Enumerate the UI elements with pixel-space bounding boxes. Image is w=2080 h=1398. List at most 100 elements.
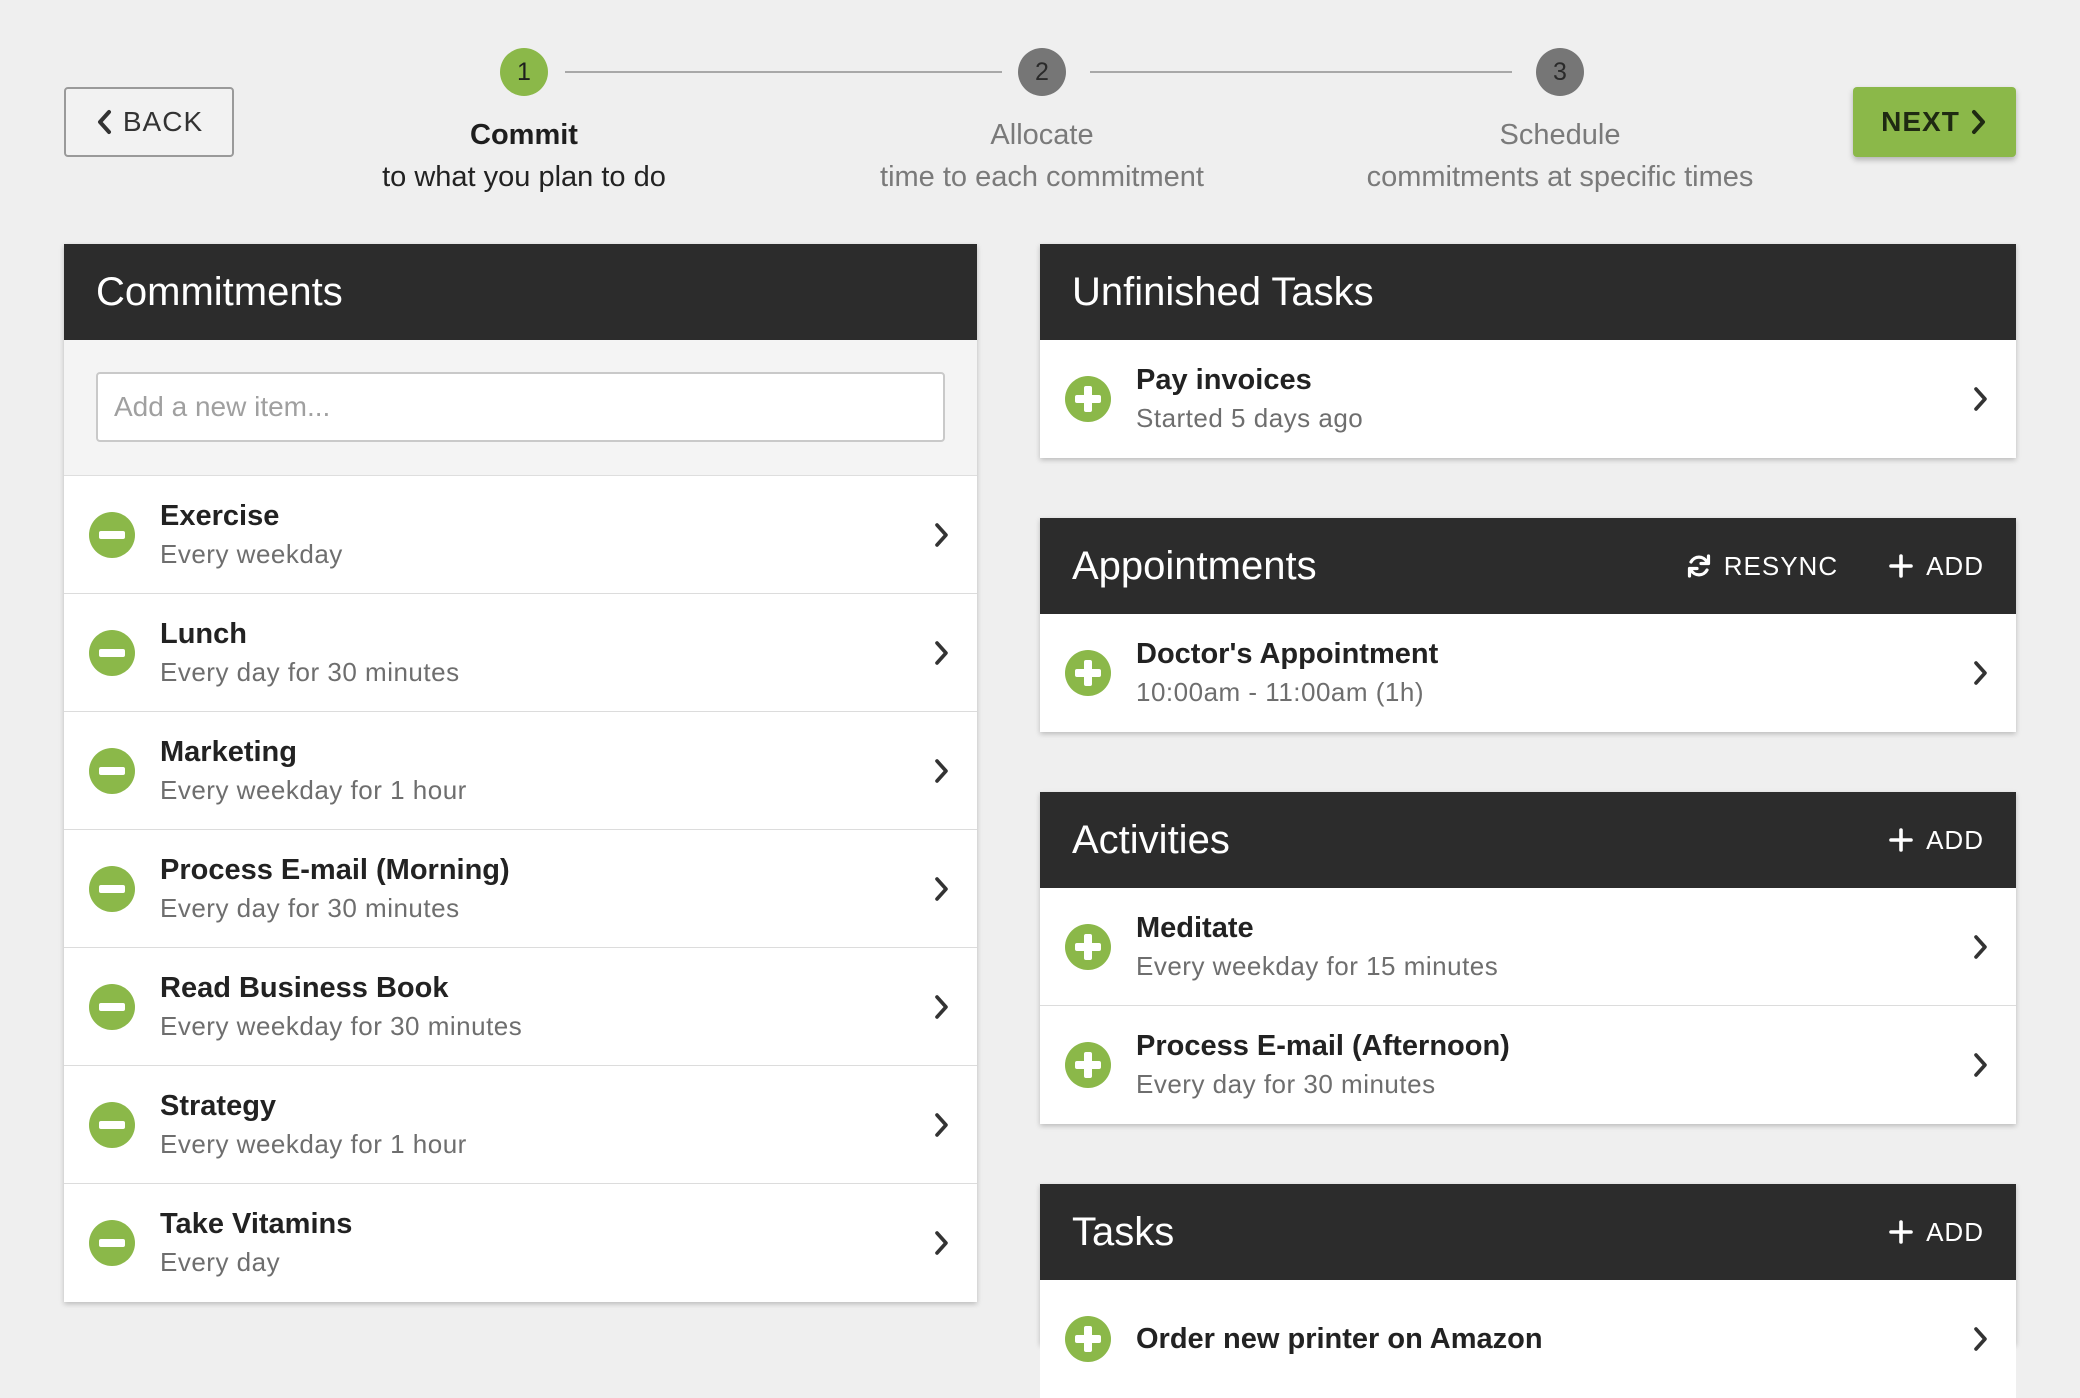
chevron-right-icon (935, 876, 948, 901)
item-text: Exercise Every weekday (160, 497, 933, 573)
commitments-title: Commitments (96, 269, 343, 314)
item-title: Strategy (160, 1089, 277, 1122)
chevron-right-icon (1974, 934, 1987, 959)
remove-circle-icon[interactable] (88, 983, 136, 1031)
remove-circle-icon[interactable] (88, 1101, 136, 1149)
commitment-item[interactable]: Exercise Every weekday (64, 476, 977, 594)
unfinished-task-item[interactable]: Pay invoices Started 5 days ago (1040, 340, 2016, 458)
commitment-item[interactable]: Read Business Book Every weekday for 30 m… (64, 948, 977, 1066)
step-1-title: Commit (470, 119, 578, 151)
chevron-right-icon (935, 994, 948, 1019)
activities-list: Meditate Every weekday for 15 minutes Proc… (1040, 888, 2016, 1124)
activities-title: Activities (1072, 817, 1230, 862)
add-task-label: ADD (1926, 1216, 1984, 1247)
item-title: Process E-mail (Afternoon) (1136, 1030, 1510, 1062)
chevron-right-icon (1974, 661, 1987, 685)
item-text: Take Vitamins Every day (160, 1205, 933, 1281)
item-text: Order new printer on Amazon (1136, 1320, 1972, 1358)
item-subtitle: Every day (160, 1247, 281, 1277)
activity-item[interactable]: Process E-mail (Afternoon) Every day for … (1040, 1006, 2016, 1124)
step-1-label: Commit to what you plan to do (294, 114, 754, 198)
item-title: Process E-mail (Morning) (160, 853, 510, 886)
item-title: Doctor's Appointment (1136, 638, 1439, 670)
item-subtitle: Every day for 30 minutes (160, 892, 460, 923)
stepper-connector (1090, 71, 1512, 73)
add-appointment-button[interactable]: ADD (1888, 551, 1984, 582)
chevron-right-icon (1974, 1327, 1987, 1351)
tasks-header: Tasks ADD (1040, 1184, 2016, 1280)
plus-icon (1889, 554, 1913, 578)
commitment-item[interactable]: Lunch Every day for 30 minutes (64, 594, 977, 712)
add-circle-icon[interactable] (1064, 649, 1112, 697)
item-text: Read Business Book Every weekday for 30 m… (160, 969, 933, 1045)
step-2-label: Allocate time to each commitment (812, 114, 1272, 198)
tasks-panel: Tasks ADD Order new printer on Amazon (1040, 1184, 2016, 1398)
item-title: Take Vitamins (160, 1208, 353, 1240)
back-button-label: BACK (122, 106, 204, 137)
item-subtitle: Every weekday for 1 hour (160, 1128, 467, 1159)
commitments-panel: Commitments Exercise Every weekday Lunch Ev… (64, 244, 977, 1302)
item-subtitle: Every weekday for 1 hour (160, 774, 467, 805)
item-text: Pay invoices Started 5 days ago (1136, 361, 1972, 437)
add-circle-icon[interactable] (1064, 1315, 1112, 1363)
add-circle-icon[interactable] (1064, 1041, 1112, 1089)
commitment-item[interactable]: Take Vitamins Every day (64, 1184, 977, 1302)
plus-icon (1889, 1220, 1913, 1244)
appointments-title: Appointments (1072, 543, 1317, 588)
step-3-subtitle: commitments at specific times (1366, 161, 1754, 193)
add-circle-icon[interactable] (1064, 923, 1112, 971)
add-item-area (64, 340, 977, 476)
commitment-item[interactable]: Strategy Every weekday for 1 hour (64, 1066, 977, 1184)
chevron-right-icon (1974, 1053, 1987, 1077)
sync-icon (1687, 554, 1710, 578)
item-subtitle: Started 5 days ago (1136, 403, 1364, 433)
chevron-left-icon (97, 110, 111, 134)
step-3-label: Schedule commitments at specific times (1330, 114, 1790, 198)
add-circle-icon[interactable] (1064, 375, 1112, 423)
item-subtitle: Every weekday for 30 minutes (160, 1010, 523, 1041)
back-button[interactable]: BACK (64, 87, 234, 157)
remove-circle-icon[interactable] (88, 629, 136, 677)
next-button[interactable]: NEXT (1853, 87, 2016, 157)
commitment-item[interactable]: Process E-mail (Morning) Every day for 30… (64, 830, 977, 948)
add-item-input[interactable] (96, 372, 945, 442)
unfinished-tasks-title: Unfinished Tasks (1072, 269, 1374, 314)
item-text: Meditate Every weekday for 15 minutes (1136, 909, 1972, 985)
add-appointment-label: ADD (1926, 550, 1984, 581)
add-activity-button[interactable]: ADD (1888, 825, 1984, 856)
item-text: Strategy Every weekday for 1 hour (160, 1087, 933, 1163)
item-text: Marketing Every weekday for 1 hour (160, 733, 933, 809)
item-title: Read Business Book (160, 971, 449, 1004)
remove-circle-icon[interactable] (88, 747, 136, 795)
resync-button[interactable]: RESYNC (1686, 551, 1838, 582)
step-1-indicator: 1 (500, 48, 548, 96)
remove-circle-icon[interactable] (88, 865, 136, 913)
chevron-right-icon (935, 1231, 948, 1255)
appointments-panel: Appointments RESYNC ADD Doctor's Appoint… (1040, 518, 2016, 732)
unfinished-tasks-panel: Unfinished Tasks Pay invoices Started 5 d… (1040, 244, 2016, 458)
task-item[interactable]: Order new printer on Amazon (1040, 1280, 2016, 1398)
item-subtitle: Every day for 30 minutes (160, 656, 460, 687)
tasks-list: Order new printer on Amazon (1040, 1280, 2016, 1398)
remove-circle-icon[interactable] (88, 1219, 136, 1267)
step-3-title: Schedule (1499, 119, 1621, 151)
item-subtitle: Every weekday (160, 538, 343, 569)
item-title: Meditate (1136, 911, 1254, 944)
commitment-item[interactable]: Marketing Every weekday for 1 hour (64, 712, 977, 830)
chevron-right-icon (1974, 387, 1987, 411)
remove-circle-icon[interactable] (88, 511, 136, 559)
item-text: Lunch Every day for 30 minutes (160, 615, 933, 691)
unfinished-tasks-list: Pay invoices Started 5 days ago (1040, 340, 2016, 458)
unfinished-tasks-header: Unfinished Tasks (1040, 244, 2016, 340)
plus-icon (1889, 828, 1913, 852)
commitments-header: Commitments (64, 244, 977, 340)
activity-item[interactable]: Meditate Every weekday for 15 minutes (1040, 888, 2016, 1006)
chevron-right-icon (935, 1112, 948, 1137)
appointments-header: Appointments RESYNC ADD (1040, 518, 2016, 614)
chevron-right-icon (935, 758, 948, 783)
item-subtitle: Every day for 30 minutes (1136, 1069, 1436, 1099)
add-task-button[interactable]: ADD (1888, 1217, 1984, 1248)
appointment-item[interactable]: Doctor's Appointment 10:00am - 11:00am (1… (1040, 614, 2016, 732)
item-title: Order new printer on Amazon (1136, 1323, 1543, 1355)
appointments-list: Doctor's Appointment 10:00am - 11:00am (1… (1040, 614, 2016, 732)
